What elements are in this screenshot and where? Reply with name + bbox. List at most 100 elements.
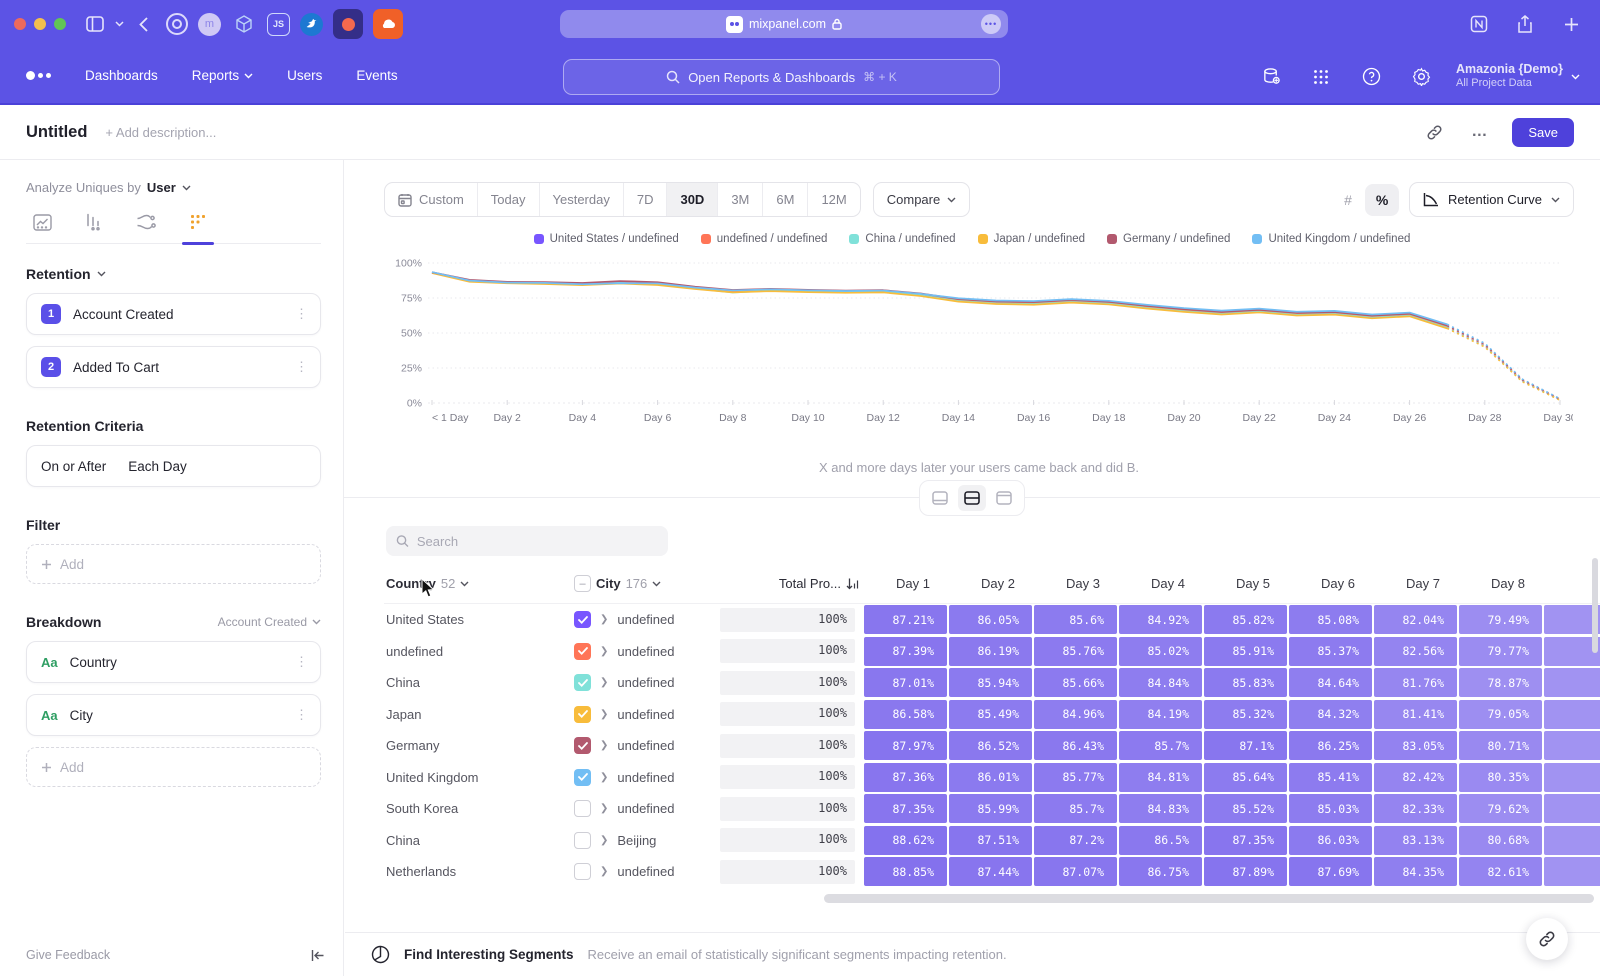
record-extension-icon[interactable] — [333, 9, 363, 39]
series-checkbox[interactable] — [574, 611, 591, 628]
retention-value-cell[interactable]: 85.91% — [1204, 637, 1287, 666]
retention-value-cell[interactable]: 85.32% — [1204, 700, 1287, 729]
day-column-header[interactable]: Day 5 — [1203, 576, 1288, 591]
retention-value-cell[interactable]: 87.2% — [1034, 826, 1117, 855]
day-column-header[interactable]: Day 8 — [1458, 576, 1543, 591]
country-cell[interactable]: undefined — [384, 644, 574, 659]
retention-value-cell[interactable]: 86.01% — [949, 763, 1032, 792]
absolute-numbers-toggle[interactable]: # — [1331, 184, 1365, 216]
retention-value-cell[interactable]: 79.05% — [1459, 700, 1542, 729]
nav-item-users[interactable]: Users — [287, 68, 322, 83]
m-extension-icon[interactable]: m — [198, 13, 221, 36]
give-feedback-link[interactable]: Give Feedback — [26, 948, 110, 962]
retention-value-cell[interactable]: 84.64% — [1289, 668, 1372, 697]
criteria-on-or-after[interactable]: On or After — [41, 459, 106, 474]
retention-step-1[interactable]: 1 Account Created ⋮ — [26, 293, 321, 335]
day-column-header[interactable]: Day 4 — [1118, 576, 1203, 591]
expand-row-icon[interactable]: ❯ — [600, 646, 608, 657]
retention-value-cell[interactable]: 87.51% — [949, 826, 1032, 855]
add-filter-button[interactable]: Add — [26, 544, 321, 584]
add-breakdown-button[interactable]: Add — [26, 747, 321, 787]
retention-value-cell[interactable]: 84.35% — [1374, 857, 1457, 886]
day-column-header[interactable]: Day 2 — [948, 576, 1033, 591]
retention-value-cell[interactable]: 84.96% — [1034, 700, 1117, 729]
legend-item[interactable]: China / undefined — [849, 233, 955, 245]
retention-value-cell[interactable]: 85.03% — [1289, 794, 1372, 823]
retention-value-cell[interactable]: 85.99% — [949, 794, 1032, 823]
step-options-icon[interactable]: ⋮ — [295, 359, 308, 375]
new-tab-icon[interactable] — [1558, 11, 1584, 37]
expand-row-icon[interactable]: ❯ — [600, 709, 608, 720]
share-icon[interactable] — [1512, 11, 1538, 37]
retention-value-cell[interactable]: 82.42% — [1374, 763, 1457, 792]
range-3m[interactable]: 3M — [718, 183, 763, 216]
retention-value-cell[interactable]: 85.7% — [1119, 731, 1202, 760]
retention-value-cell[interactable]: 85.94% — [949, 668, 1032, 697]
tab-retention[interactable] — [186, 211, 210, 233]
horizontal-scrollbar[interactable] — [384, 894, 1600, 903]
find-segments-label[interactable]: Find Interesting Segments — [404, 947, 574, 962]
retention-value-cell[interactable]: 79.49% — [1459, 605, 1542, 634]
chevron-down-icon[interactable] — [112, 11, 126, 37]
retention-value-cell[interactable]: 85.41% — [1289, 763, 1372, 792]
retention-value-cell[interactable]: 79.62% — [1459, 794, 1542, 823]
legend-item[interactable]: Japan / undefined — [978, 233, 1085, 245]
series-checkbox[interactable] — [574, 706, 591, 723]
retention-value-cell[interactable]: 86.25% — [1289, 731, 1372, 760]
series-checkbox[interactable] — [574, 769, 591, 786]
table-search-input[interactable] — [417, 534, 658, 549]
tab-flows[interactable] — [134, 211, 158, 233]
city-value[interactable]: undefined — [617, 707, 674, 722]
expand-row-icon[interactable]: ❯ — [600, 614, 608, 625]
retention-value-cell[interactable]: 84.19% — [1119, 700, 1202, 729]
range-30d[interactable]: 30D — [667, 183, 718, 216]
series-checkbox[interactable] — [574, 863, 591, 880]
day-column-header[interactable]: Day 3 — [1033, 576, 1118, 591]
settings-gear-icon[interactable] — [1408, 64, 1434, 90]
city-value[interactable]: undefined — [617, 864, 674, 879]
retention-value-cell[interactable]: 87.69% — [1289, 857, 1372, 886]
retention-value-cell[interactable]: 88.62% — [864, 826, 947, 855]
apps-grid-icon[interactable] — [1308, 64, 1334, 90]
retention-value-cell[interactable]: 87.44% — [949, 857, 1032, 886]
city-value[interactable]: undefined — [617, 612, 674, 627]
retention-value-cell[interactable]: 81.41% — [1374, 700, 1457, 729]
country-cell[interactable]: China — [384, 833, 574, 848]
total-column-header[interactable]: Total Pro... — [720, 576, 863, 591]
breakdown-item-country[interactable]: Aa Country ⋮ — [26, 641, 321, 683]
retention-value-cell[interactable]: 86.03% — [1289, 826, 1372, 855]
retention-value-cell[interactable]: 83.05% — [1374, 731, 1457, 760]
retention-value-cell[interactable]: 87.35% — [864, 794, 947, 823]
legend-item[interactable]: undefined / undefined — [701, 233, 828, 245]
city-value[interactable]: undefined — [617, 738, 674, 753]
series-checkbox[interactable] — [574, 800, 591, 817]
retention-value-cell[interactable]: 82.61% — [1459, 857, 1542, 886]
retention-value-cell[interactable]: 78.87% — [1459, 668, 1542, 697]
retention-value-cell[interactable]: 80.35% — [1459, 763, 1542, 792]
country-column-header[interactable]: Country 52 — [384, 576, 574, 591]
retention-value-cell[interactable]: 85.52% — [1204, 794, 1287, 823]
country-cell[interactable]: United Kingdom — [384, 770, 574, 785]
retention-value-cell[interactable]: 87.01% — [864, 668, 947, 697]
retention-value-cell[interactable]: 86.75% — [1119, 857, 1202, 886]
add-description[interactable]: + Add description... — [105, 125, 216, 140]
global-search[interactable]: Open Reports & Dashboards ⌘ + K — [563, 59, 1000, 95]
city-value[interactable]: undefined — [617, 801, 674, 816]
notion-icon[interactable] — [1466, 11, 1492, 37]
help-icon[interactable] — [1358, 64, 1384, 90]
retention-value-cell[interactable]: 85.66% — [1034, 668, 1117, 697]
bird-extension-icon[interactable] — [300, 13, 323, 36]
step-options-icon[interactable]: ⋮ — [295, 306, 308, 322]
retention-chart[interactable]: 100%75%50%25%0%< 1 DayDay 2Day 4Day 6Day… — [384, 251, 1574, 475]
expand-row-icon[interactable]: ❯ — [600, 740, 608, 751]
day-column-header[interactable]: Day 1 — [863, 576, 948, 591]
retention-value-cell[interactable]: 87.21% — [864, 605, 947, 634]
retention-value-cell[interactable]: 81.76% — [1374, 668, 1457, 697]
retention-value-cell[interactable]: 87.39% — [864, 637, 947, 666]
expand-row-icon[interactable]: ❯ — [600, 772, 608, 783]
range-yesterday[interactable]: Yesterday — [540, 183, 624, 216]
layout-chart-focus-button[interactable] — [926, 485, 954, 511]
cloud-extension-icon[interactable] — [373, 9, 403, 39]
more-options-icon[interactable]: … — [1466, 118, 1494, 146]
retention-value-cell[interactable]: 80.71% — [1459, 731, 1542, 760]
